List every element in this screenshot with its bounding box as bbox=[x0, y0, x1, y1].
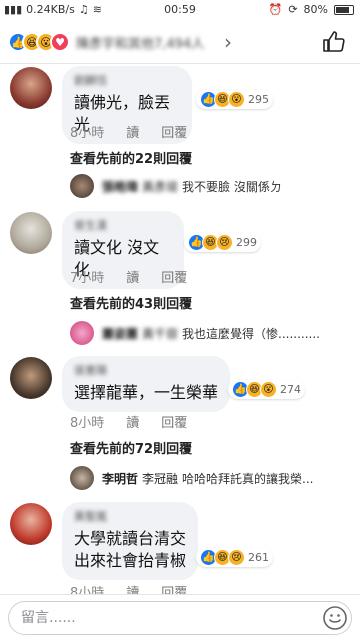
comment-meta: 8小時 讀 回覆 bbox=[70, 412, 209, 431]
commenter-name[interactable]: 張憲陽 bbox=[74, 362, 218, 378]
reaction-summary[interactable]: 👍 😆 😮 ♥ 陳彥宇和其他7,494人 bbox=[8, 32, 204, 52]
reaction-count: 299 bbox=[236, 236, 257, 249]
comment-meta: 8小時 讀 回覆 bbox=[70, 122, 209, 141]
comment-meta: 8小時 讀 回覆 bbox=[70, 582, 209, 594]
alarm-icon: ⏰ bbox=[268, 3, 283, 16]
comment-input[interactable]: 留言...... bbox=[8, 601, 352, 635]
status-right: ⏰ ⟳ 80% bbox=[269, 3, 354, 16]
battery-icon bbox=[334, 4, 354, 15]
commenter-name[interactable]: 曾生漢 bbox=[74, 217, 172, 233]
reply-text: 哈哈哈拜託真的讓我榮... bbox=[182, 471, 314, 486]
like-action[interactable]: 讀 bbox=[126, 122, 139, 141]
reaction-count: 295 bbox=[248, 93, 269, 106]
reply-action[interactable]: 回覆 bbox=[161, 267, 187, 286]
comment-feed[interactable]: 劉麟恬 讀佛光，臉丟光 👍 😆 😮 295 8小時 讀 回覆 查看先前的22則回… bbox=[0, 64, 360, 594]
reply-action[interactable]: 回覆 bbox=[161, 412, 187, 431]
comment-text-line-1: 大學就讀台清交 bbox=[74, 529, 187, 548]
comment-text: 選擇龍華，一生榮華 bbox=[74, 383, 219, 402]
sync-icon: ⟳ bbox=[288, 3, 298, 16]
like-action[interactable]: 讀 bbox=[126, 582, 139, 594]
like-action[interactable]: 讀 bbox=[126, 412, 139, 431]
sad-icon: 😢 bbox=[228, 549, 245, 566]
reply-avatar bbox=[70, 466, 94, 490]
status-bar: ▮▮▮ 0.24KB/s ♫ ≋ 00:59 ⏰ ⟳ 80% bbox=[0, 0, 360, 20]
wow-icon: 😮 bbox=[228, 91, 245, 108]
like-button-icon[interactable] bbox=[322, 30, 346, 54]
comment-composer: 留言...... bbox=[0, 594, 360, 640]
reaction-badge[interactable]: 👍 😆 😮 295 bbox=[196, 90, 273, 109]
comment-text-line-2: 出來社會抬青椒 bbox=[74, 551, 187, 570]
reply-preview[interactable]: 蕭姿蕙 黃千容 我也這麼覺得（惨........... bbox=[70, 321, 350, 345]
reply-avatar bbox=[70, 174, 94, 198]
reaction-summary-text: 陳彥宇和其他7,494人 bbox=[76, 36, 205, 52]
chevron-right-icon[interactable]: › bbox=[224, 30, 232, 54]
battery-percent: 80% bbox=[303, 3, 328, 16]
like-action[interactable]: 讀 bbox=[126, 267, 139, 286]
reply-action[interactable]: 回覆 bbox=[161, 582, 187, 594]
reaction-badge[interactable]: 👍 😆 😢 261 bbox=[196, 548, 273, 567]
avatar[interactable] bbox=[10, 357, 52, 399]
reaction-count: 261 bbox=[248, 551, 269, 564]
comment-time: 8小時 bbox=[70, 586, 105, 594]
commenter-name[interactable]: 黃聖嵐 bbox=[74, 508, 186, 524]
comment-bubble: 黃聖嵐 大學就讀台清交 出來社會抬青椒 bbox=[62, 502, 198, 580]
commenter-name[interactable]: 劉麟恬 bbox=[74, 72, 180, 88]
avatar[interactable] bbox=[10, 67, 52, 109]
reply-preview[interactable]: 李明哲 李冠融 哈哈哈拜託真的讓我榮... bbox=[70, 466, 350, 490]
emoji-icon[interactable] bbox=[322, 605, 348, 631]
reaction-badge[interactable]: 👍 😆 😢 299 bbox=[184, 233, 261, 252]
reply-action[interactable]: 回覆 bbox=[161, 122, 187, 141]
love-reaction-icon: ♥ bbox=[50, 32, 70, 52]
view-previous-replies[interactable]: 查看先前的43則回覆 bbox=[70, 293, 192, 312]
reply-mention: 黃千容 bbox=[142, 326, 179, 341]
comment-time: 7小時 bbox=[70, 271, 105, 286]
view-previous-replies[interactable]: 查看先前的72則回覆 bbox=[70, 438, 192, 457]
reply-author: 李明哲 bbox=[102, 471, 139, 486]
comment-bubble: 張憲陽 選擇龍華，一生榮華 bbox=[62, 356, 230, 412]
wow-icon: 😮 bbox=[260, 381, 277, 398]
comment-time: 8小時 bbox=[70, 126, 105, 141]
reply-author: 蕭姿蕙 bbox=[102, 326, 139, 341]
reply-text: 我不要臉 沒關係ㄉ bbox=[182, 179, 282, 194]
reaction-badge[interactable]: 👍 😆 😮 274 bbox=[228, 380, 305, 399]
reactions-header[interactable]: 👍 😆 😮 ♥ 陳彥宇和其他7,494人 › bbox=[0, 22, 360, 64]
view-previous-replies[interactable]: 查看先前的22則回覆 bbox=[70, 148, 192, 167]
reply-text: 我也這麼覺得（惨........... bbox=[182, 326, 320, 341]
avatar[interactable] bbox=[10, 503, 52, 545]
comment-meta: 7小時 讀 回覆 bbox=[70, 267, 209, 286]
reply-mention: 黃彥竣 bbox=[142, 179, 179, 194]
comment-time: 8小時 bbox=[70, 416, 105, 431]
reply-mention: 李冠融 bbox=[142, 471, 179, 486]
reply-preview[interactable]: 張皓瑋 黃彥竣 我不要臉 沒關係ㄉ bbox=[70, 174, 350, 198]
reaction-count: 274 bbox=[280, 383, 301, 396]
reply-avatar bbox=[70, 321, 94, 345]
sad-icon: 😢 bbox=[216, 234, 233, 251]
reply-author: 張皓瑋 bbox=[102, 179, 139, 194]
avatar[interactable] bbox=[10, 212, 52, 254]
